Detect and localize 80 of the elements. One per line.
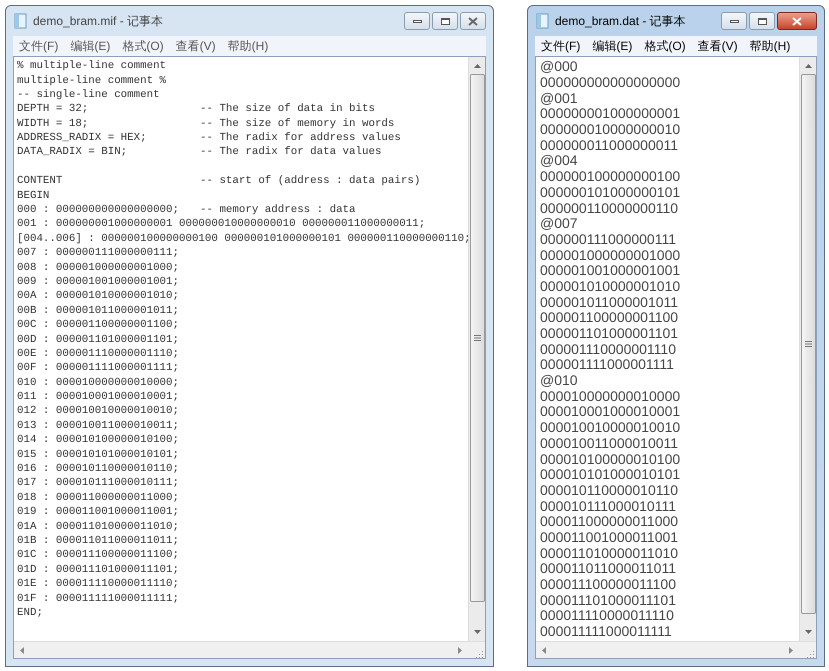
menu-item[interactable]: 编辑(E)	[588, 37, 636, 55]
minimize-button[interactable]	[721, 12, 747, 30]
document-icon	[536, 13, 550, 29]
scroll-down-icon[interactable]	[804, 630, 812, 634]
code-line: 012 : 000010010000010010;	[17, 404, 179, 420]
code-line: 018 : 000011000000011000;	[17, 490, 179, 506]
code-line: 007 : 000000111000000111;	[17, 246, 179, 262]
minimize-button[interactable]	[404, 12, 430, 30]
code-line: BEGIN	[17, 188, 50, 204]
code-line: 01F : 000011111000011111;	[17, 592, 179, 607]
close-button[interactable]	[460, 12, 486, 30]
vertical-scrollbar[interactable]	[468, 57, 485, 641]
code-line: 01B : 000011011000011011;	[17, 534, 179, 549]
code-line: ADDRESS_RADIX = HEX;	[17, 131, 148, 146]
maximize-button[interactable]	[749, 12, 775, 30]
code-line: 014 : 000010100000010100;	[17, 433, 179, 448]
scroll-left-icon[interactable]	[20, 646, 24, 654]
menu-item[interactable]: 编辑(E)	[66, 37, 114, 55]
menu-item[interactable]: 格式(O)	[640, 37, 690, 55]
scroll-up-icon[interactable]	[474, 64, 480, 68]
code-line: 011 : 000010001000010001;	[17, 390, 179, 406]
code-comment: -- The radix for data values	[200, 145, 382, 160]
menu-item[interactable]: 文件(F)	[537, 37, 584, 55]
code-line: multiple-line comment %	[17, 74, 166, 88]
menu-item[interactable]: 格式(O)	[118, 37, 168, 55]
menu-item[interactable]: 查看(V)	[172, 37, 220, 55]
code-line: -- single-line comment	[17, 88, 160, 103]
window-title: demo_bram.dat - 记事本	[555, 13, 686, 30]
close-icon	[792, 16, 802, 26]
code-line: CONTENT	[17, 174, 64, 190]
code-line: 00B : 000001011000001011;	[17, 304, 179, 319]
menu-item[interactable]: 帮助(H)	[224, 37, 272, 55]
code-line: 001 : 000000001000000001 000000010000000010 000000011000000011;	[17, 217, 426, 232]
document-icon	[14, 13, 28, 29]
scroll-thumb[interactable]	[470, 74, 484, 602]
scroll-left-icon[interactable]	[542, 646, 546, 654]
menu-item[interactable]: 帮助(H)	[746, 37, 794, 55]
code-line: DATA_RADIX = BIN;	[17, 145, 128, 160]
code-line: WIDTH = 18;	[17, 116, 90, 132]
code-comment: -- memory address : data	[200, 203, 356, 218]
code-line: 01A : 000011010000011010;	[17, 520, 179, 535]
scroll-right-icon[interactable]	[789, 646, 793, 654]
window-title: demo_bram.mif - 记事本	[33, 13, 164, 30]
scroll-thumb[interactable]	[800, 74, 816, 614]
scroll-right-icon[interactable]	[458, 646, 462, 654]
code-line: % multiple-line comment	[17, 59, 166, 74]
menu-item[interactable]: 文件(F)	[15, 37, 62, 55]
code-line: 016 : 000010110000010110;	[17, 462, 179, 478]
code-line: 01E : 000011110000011110;	[17, 577, 179, 592]
maximize-button[interactable]	[432, 12, 458, 30]
code-line: 00A : 000001010000001010;	[17, 289, 179, 304]
scroll-down-icon[interactable]	[474, 630, 480, 634]
code-line: 010 : 000010000000010000;	[17, 376, 179, 391]
close-button[interactable]	[777, 12, 817, 30]
code-line: 00D : 000001101000001101;	[17, 332, 179, 348]
code-comment: -- The size of data in bits	[200, 102, 375, 118]
code-comment: -- The size of memory in words	[200, 116, 394, 132]
code-line: DEPTH = 32;	[17, 102, 90, 118]
code-line: 009 : 000001001000001001;	[17, 274, 179, 290]
menu-item[interactable]: 查看(V)	[694, 37, 742, 55]
code-line: 00F : 000001111000001111;	[17, 361, 179, 376]
code-line: 00E : 000001110000001110;	[17, 346, 179, 362]
code-line: 015 : 000010101000010101;	[17, 448, 179, 463]
code-line: 000 : 000000000000000000;	[17, 203, 180, 218]
code-line: END;	[17, 606, 43, 621]
code-line: 019 : 000011001000011001;	[17, 505, 179, 520]
vertical-scrollbar[interactable]	[799, 57, 816, 641]
code-line: 01D : 000011101000011101;	[17, 562, 179, 578]
code-line: 013 : 000010011000010011;	[17, 418, 179, 434]
code-line: 017 : 000010111000010111;	[17, 476, 179, 492]
code-comment: -- The radix for address values	[200, 131, 401, 146]
scroll-up-icon[interactable]	[804, 64, 812, 68]
code-line: 01C : 000011100000011100;	[17, 548, 179, 564]
grip-icon	[804, 341, 812, 347]
code-line: 008 : 000001000000001000;	[17, 260, 179, 276]
grip-icon	[474, 335, 480, 341]
code-line: 00C : 000001100000001100;	[17, 318, 179, 334]
code-line: [004..006] : 000000100000000100 000000101000000101 000000110000000110;	[17, 232, 468, 247]
close-icon	[468, 16, 478, 26]
code-comment: -- start of (address : data pairs)	[200, 174, 420, 190]
